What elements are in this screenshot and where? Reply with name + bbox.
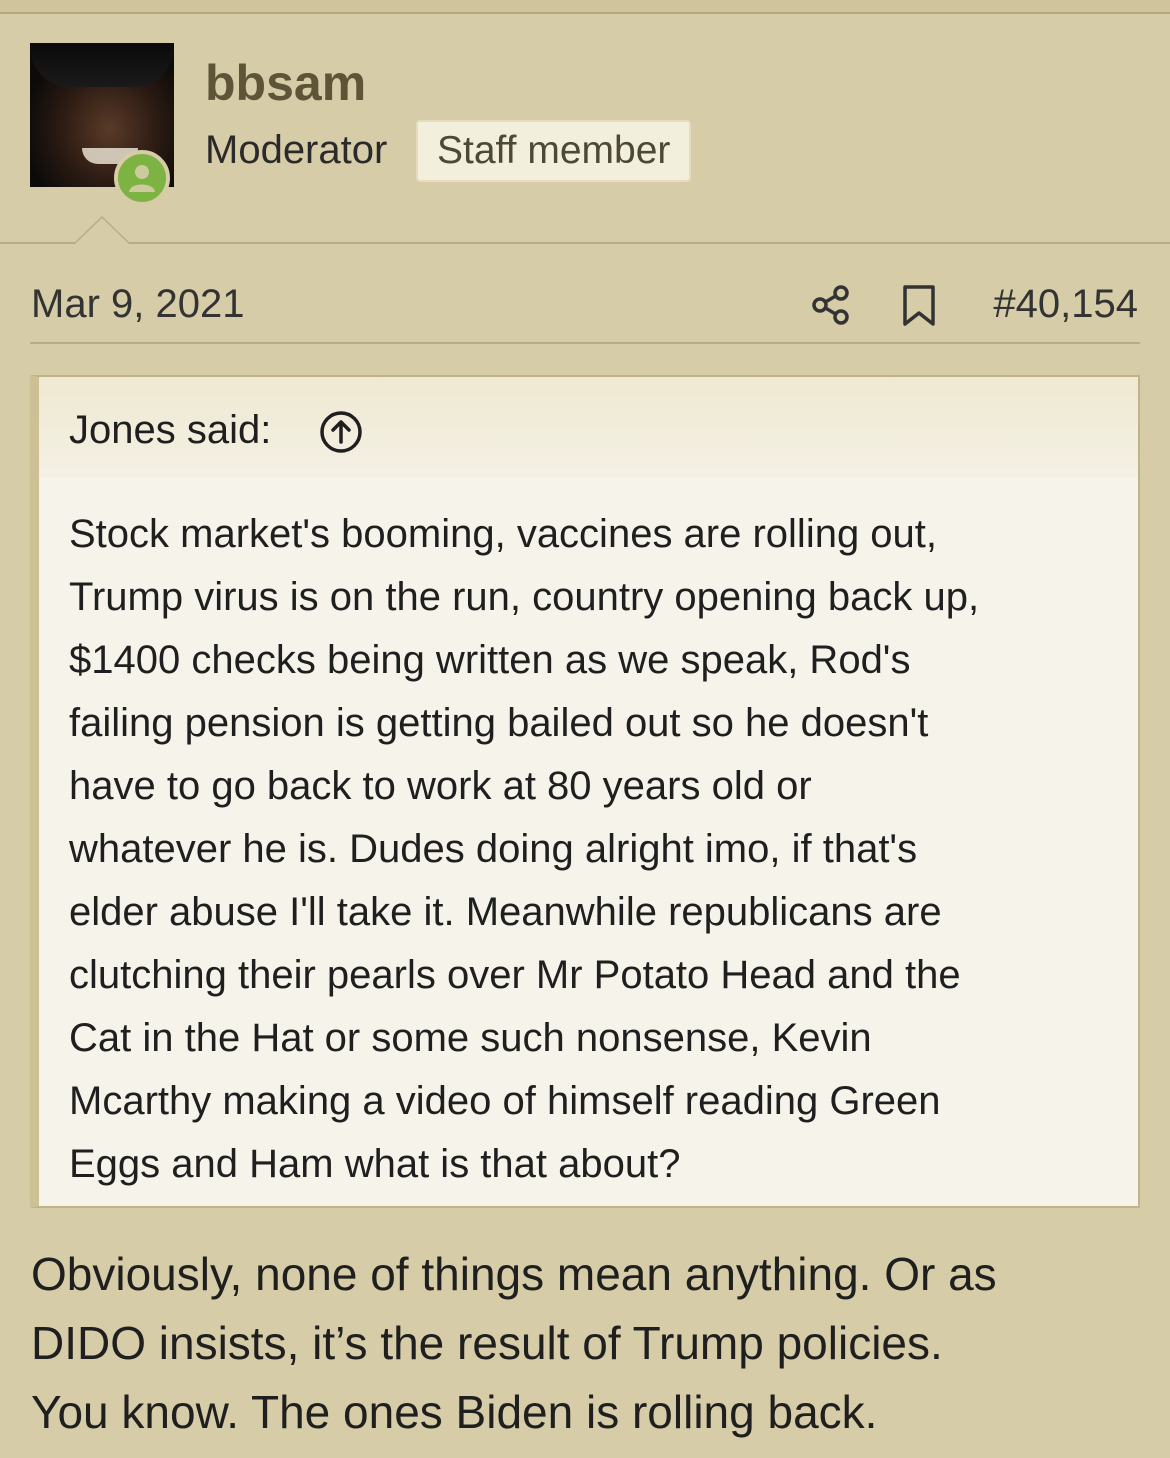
top-divider xyxy=(0,0,1170,14)
meta-divider xyxy=(30,342,1140,344)
post-date[interactable]: Mar 9, 2021 xyxy=(31,282,244,327)
online-user-icon xyxy=(114,150,170,206)
post-number-link[interactable]: #40,154 xyxy=(993,282,1138,327)
bookmark-icon[interactable] xyxy=(900,284,938,333)
post-body: Obviously, none of things mean anything.… xyxy=(31,1248,997,1438)
share-icon[interactable] xyxy=(810,284,852,331)
quote-block: Jones said: Stock market's booming, vacc… xyxy=(30,375,1140,1208)
user-role: Moderator xyxy=(205,128,388,172)
header-divider xyxy=(0,242,1170,244)
quote-author[interactable]: Jones said: xyxy=(69,408,271,453)
arrow-up-circle-icon[interactable] xyxy=(319,410,363,459)
avatar-hat xyxy=(30,43,174,87)
quote-text: Stock market's booming, vaccines are rol… xyxy=(69,512,980,1186)
header-pointer xyxy=(73,216,131,244)
username-link[interactable]: bbsam xyxy=(205,54,366,112)
staff-badge: Staff member xyxy=(416,120,692,182)
quote-header: Jones said: xyxy=(39,377,1138,477)
